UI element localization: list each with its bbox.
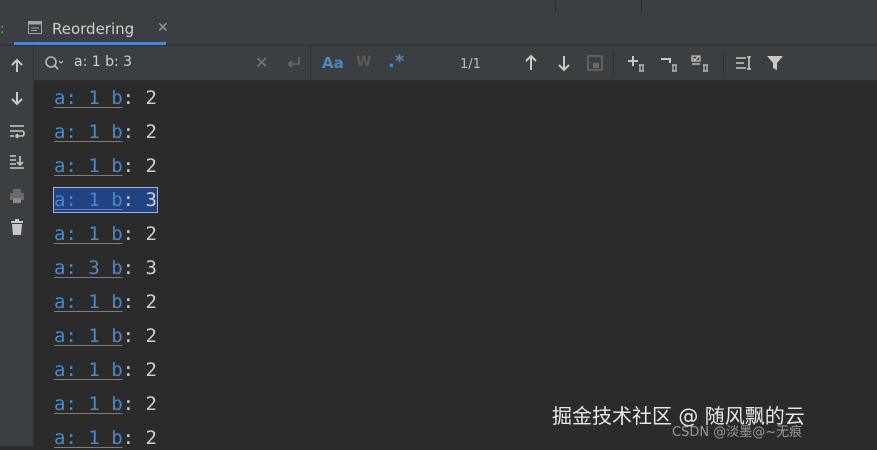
funnel-icon[interactable]: [765, 53, 785, 73]
match-count: 1/1: [460, 57, 481, 72]
console-line: a: 1 b: 2: [54, 392, 157, 416]
previous-occurrence-icon[interactable]: [521, 53, 541, 73]
words-button[interactable]: W: [356, 54, 371, 70]
console-line-link[interactable]: a: 1 b: [54, 359, 123, 381]
console-line-link[interactable]: a: 1 b: [54, 223, 123, 245]
find-bar: a: 1 b: 3 ✕ Aa W .* 1/1: [34, 46, 877, 81]
console-line: a: 1 b: 2: [54, 324, 157, 348]
top-strip: [0, 0, 877, 12]
search-query: a: 1 b: 3: [74, 54, 133, 70]
console-line-link[interactable]: a: 1 b: [54, 189, 123, 211]
console-line: a: 1 b: 2: [54, 222, 157, 246]
search-input[interactable]: a: 1 b: 3 ✕: [34, 46, 311, 80]
tab-overflow-icon[interactable]: :: [0, 22, 4, 37]
console-line: a: 1 b: 2: [54, 154, 157, 178]
console-line: a: 1 b: 2: [54, 358, 157, 382]
console-line-text: : 2: [122, 325, 157, 347]
arrow-up-icon[interactable]: [7, 56, 27, 76]
console-line-text: : 2: [122, 155, 157, 177]
console-line-link[interactable]: a: 1 b: [54, 393, 123, 415]
remove-selection-icon[interactable]: [659, 53, 683, 73]
console-line-link[interactable]: a: 1 b: [54, 87, 123, 109]
console-line-text: : 2: [122, 121, 157, 143]
console-line-link[interactable]: a: 1 b: [54, 155, 123, 177]
new-line-icon[interactable]: [284, 54, 302, 72]
console-icon: [28, 21, 42, 34]
console-line: a: 1 b: 2: [54, 290, 157, 314]
console-line-text: : 2: [122, 291, 157, 313]
tab-active-indicator: [14, 42, 166, 45]
console-line-text: : 2: [122, 87, 157, 109]
console-line: a: 3 b: 3: [54, 256, 157, 280]
console-sidebar: [0, 46, 34, 446]
console-line: a: 1 b: 2: [54, 426, 157, 450]
console-line: a: 1 b: 2: [54, 86, 157, 110]
select-all-occurrences-icon[interactable]: [585, 53, 605, 73]
filter-results-icon[interactable]: [734, 53, 754, 73]
console-line-link[interactable]: a: 1 b: [54, 291, 123, 313]
scroll-to-end-icon[interactable]: [7, 152, 27, 172]
console-line-text: : 3: [122, 257, 157, 279]
clear-icon[interactable]: ✕: [255, 53, 268, 72]
close-icon[interactable]: ✕: [157, 20, 169, 36]
next-occurrence-icon[interactable]: [554, 53, 574, 73]
print-icon[interactable]: [7, 186, 27, 206]
console-line-text: : 2: [122, 223, 157, 245]
console-line: a: 1 b: 2: [54, 120, 157, 144]
console-line-link[interactable]: a: 1 b: [54, 325, 123, 347]
tab-reordering[interactable]: Reordering ✕: [14, 12, 169, 45]
console-line-text: : 3: [122, 189, 157, 211]
regex-button[interactable]: .*: [388, 51, 404, 72]
add-selection-icon[interactable]: [626, 53, 650, 73]
tab-label: Reordering: [52, 20, 135, 38]
search-icon[interactable]: [44, 55, 64, 71]
console-output[interactable]: a: 1 b: 2 a: 1 b: 2 a: 1 b: 2 a: 1 b: 3 a: 1…: [34, 81, 877, 449]
console-line-link[interactable]: a: 3 b: [54, 257, 123, 279]
console-line: a: 1 b: 3: [53, 187, 158, 213]
console-line-link[interactable]: a: 1 b: [54, 121, 123, 143]
watermark-sub: CSDN @淡墨@~无痕: [672, 425, 803, 440]
match-case-button[interactable]: Aa: [322, 54, 344, 72]
console-line-text: : 2: [122, 393, 157, 415]
soft-wrap-icon[interactable]: [7, 121, 27, 141]
tool-window-tabbar: : Reordering ✕: [0, 12, 877, 46]
console-line-text: : 2: [122, 359, 157, 381]
trash-icon[interactable]: [7, 217, 27, 237]
arrow-down-icon[interactable]: [7, 88, 27, 108]
select-all-matches-icon[interactable]: [690, 53, 714, 73]
